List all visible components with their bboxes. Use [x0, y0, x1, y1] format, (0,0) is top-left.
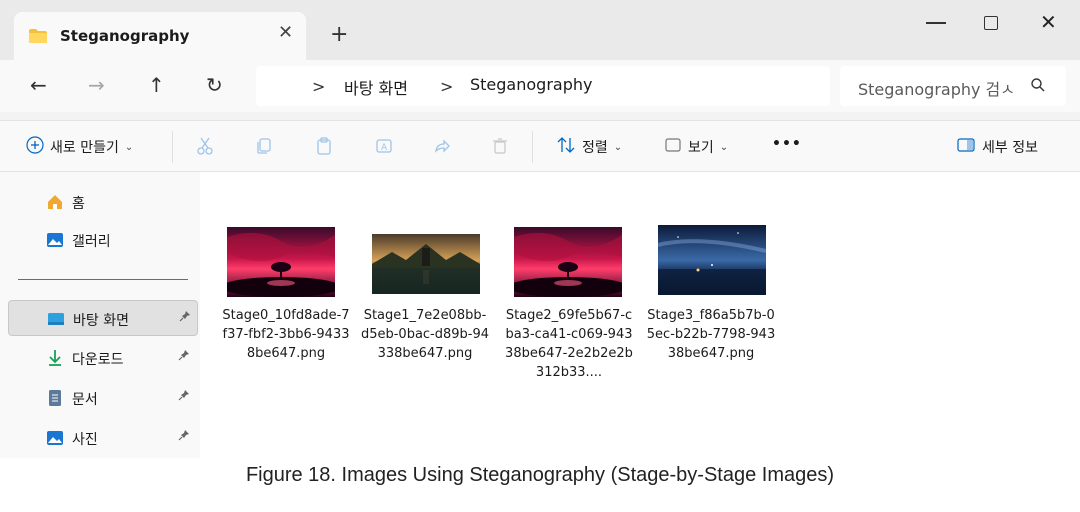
- new-button[interactable]: 새로 만들기 ⌄: [26, 136, 133, 158]
- sidebar-item-gallery[interactable]: 갤러리: [8, 222, 198, 258]
- breadcrumb-steganography[interactable]: Steganography: [470, 75, 592, 94]
- file-thumbnail: [658, 225, 766, 295]
- search-icon: [1030, 77, 1046, 97]
- refresh-button[interactable]: ↻: [206, 74, 223, 96]
- home-icon: [46, 193, 64, 211]
- chevron-down-icon: ⌄: [124, 141, 134, 153]
- search-box[interactable]: Steganography 검ㅅ: [840, 66, 1066, 106]
- more-options-button[interactable]: •••: [772, 136, 802, 152]
- view-icon: [664, 136, 682, 158]
- new-button-label: 새로 만들기: [50, 140, 119, 156]
- file-name: Stage1_7e2e08bb-d5eb-0bac-d89b-94338be64…: [360, 308, 490, 361]
- paste-icon[interactable]: [314, 136, 334, 156]
- cut-icon[interactable]: [196, 136, 216, 156]
- minimize-button[interactable]: [926, 22, 946, 24]
- details-label: 세부 정보: [982, 140, 1038, 156]
- breadcrumb-separator[interactable]: >: [312, 77, 325, 96]
- pin-icon[interactable]: [178, 349, 190, 364]
- file-thumbnail: [514, 227, 622, 297]
- navigation-pane: 홈 갤러리 바탕 화면 다운로드 문서 사진: [0, 172, 200, 458]
- tab-steganography[interactable]: Steganography ✕: [14, 12, 306, 60]
- sidebar-item-home[interactable]: 홈: [8, 184, 198, 220]
- breadcrumb-separator[interactable]: >: [440, 77, 453, 96]
- svg-text:A: A: [381, 143, 388, 153]
- sidebar-item-documents[interactable]: 문서: [8, 380, 198, 416]
- new-tab-button[interactable]: +: [330, 24, 348, 46]
- sidebar-item-label: 문서: [72, 392, 98, 408]
- address-bar[interactable]: > 바탕 화면 > Steganography: [256, 66, 830, 106]
- file-thumbnail: [372, 234, 480, 294]
- file-name: Stage0_10fd8ade-7f37-fbf2-3bb6-94338be64…: [222, 308, 350, 361]
- close-tab-icon[interactable]: ✕: [278, 23, 293, 43]
- download-icon: [46, 349, 64, 367]
- file-name: Stage2_69fe5b67-cba3-ca41-c069-94338be64…: [505, 308, 633, 380]
- chevron-down-icon: ⌄: [719, 141, 729, 153]
- sidebar-item-desktop[interactable]: 바탕 화면: [8, 300, 198, 336]
- file-list: Stage0_10fd8ade-7f37-fbf2-3bb6-94338be64…: [200, 172, 1080, 458]
- desktop-icon: [47, 310, 65, 328]
- document-icon: [46, 389, 64, 407]
- sidebar-divider: [18, 279, 188, 280]
- share-icon[interactable]: [432, 136, 452, 156]
- rename-icon[interactable]: A: [374, 136, 394, 156]
- pin-icon[interactable]: [178, 389, 190, 404]
- navigation-bar: ← → ↑ ↻ > 바탕 화면 > Steganography Steganog…: [0, 60, 1080, 112]
- file-name: Stage3_f86a5b7b-05ec-b22b-7798-94338be64…: [646, 308, 776, 361]
- maximize-button[interactable]: [984, 16, 998, 30]
- more-icon: •••: [772, 136, 802, 152]
- figure-caption: Figure 18. Images Using Steganography (S…: [245, 464, 835, 486]
- sidebar-item-pictures[interactable]: 사진: [8, 420, 198, 456]
- sort-button[interactable]: 정렬 ⌄: [556, 136, 622, 158]
- sidebar-item-downloads[interactable]: 다운로드: [8, 340, 198, 376]
- sidebar-item-label: 바탕 화면: [73, 313, 129, 329]
- details-button[interactable]: 세부 정보: [956, 136, 1038, 158]
- sidebar-item-label: 갤러리: [72, 234, 111, 250]
- sidebar-item-label: 홈: [72, 196, 85, 212]
- copy-icon[interactable]: [254, 136, 274, 156]
- pin-icon[interactable]: [179, 310, 191, 325]
- details-pane-icon: [956, 136, 976, 158]
- up-button[interactable]: ↑: [148, 74, 165, 96]
- sidebar-item-label: 사진: [72, 432, 98, 448]
- command-bar: 새로 만들기 ⌄ A 정렬 ⌄ 보기 ⌄ ••• 세부 정보: [0, 120, 1080, 172]
- view-button[interactable]: 보기 ⌄: [664, 136, 728, 158]
- view-label: 보기: [688, 140, 714, 156]
- command-separator: [532, 131, 533, 163]
- delete-icon[interactable]: [490, 136, 510, 156]
- back-button[interactable]: ←: [30, 74, 47, 96]
- tab-title: Steganography: [60, 27, 190, 45]
- pin-icon[interactable]: [178, 429, 190, 444]
- close-window-button[interactable]: ✕: [1040, 12, 1057, 32]
- chevron-down-icon: ⌄: [613, 141, 623, 153]
- folder-icon: [28, 28, 48, 48]
- file-thumbnail: [227, 227, 335, 297]
- command-separator: [172, 131, 173, 163]
- sort-icon: [556, 136, 576, 158]
- plus-circle-icon: [26, 136, 44, 158]
- pictures-icon: [46, 429, 64, 447]
- forward-button[interactable]: →: [88, 74, 105, 96]
- title-bar: Steganography ✕ + ✕: [0, 0, 1080, 60]
- sort-label: 정렬: [582, 140, 608, 156]
- breadcrumb-desktop[interactable]: 바탕 화면: [344, 75, 408, 99]
- gallery-icon: [46, 231, 64, 249]
- sidebar-item-label: 다운로드: [72, 352, 124, 368]
- search-input[interactable]: Steganography 검ㅅ: [858, 76, 1015, 100]
- file-explorer-window: Steganography ✕ + ✕ ← → ↑ ↻ > 바탕 화면 > St…: [0, 0, 1080, 458]
